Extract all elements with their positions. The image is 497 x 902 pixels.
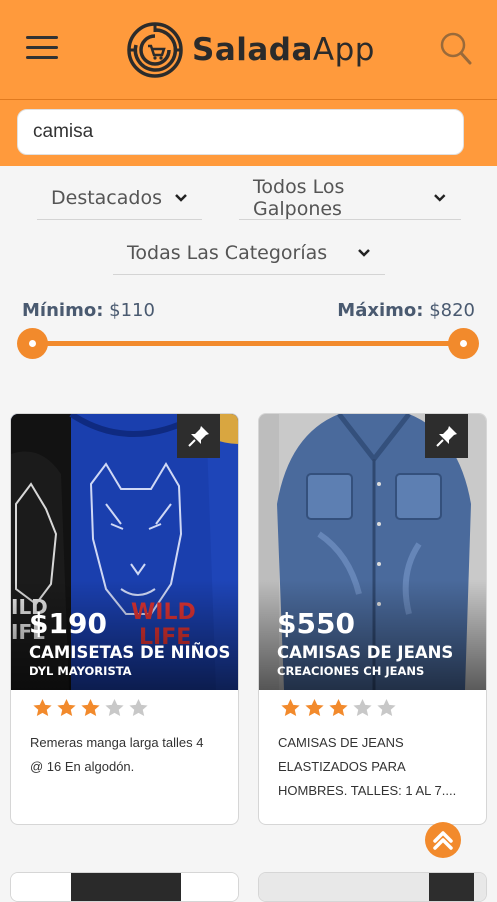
categorias-select[interactable]: Todas Las Categorías (113, 231, 385, 275)
product-seller: DYL MAYORISTA (29, 664, 132, 678)
product-title: CAMISAS DE JEANS (277, 643, 454, 662)
price-range-track[interactable] (32, 341, 464, 346)
galpones-select-value: Todos Los Galpones (253, 175, 345, 220)
chevron-down-icon (358, 248, 370, 257)
star-empty-icon (129, 699, 148, 717)
product-description: Remeras manga larga talles 4 @ 16 En alg… (30, 735, 204, 774)
star-filled-icon (329, 699, 348, 717)
search-input[interactable] (17, 109, 464, 155)
star-filled-icon (33, 699, 52, 717)
star-empty-icon (377, 699, 396, 717)
sort-select-value: Destacados (51, 186, 162, 209)
search-icon[interactable] (440, 32, 472, 66)
app-header: SaladaApp (0, 0, 497, 100)
product-seller: CREACIONES CH JEANS (277, 664, 425, 678)
product-price: $190 (29, 607, 107, 640)
rating-stars (33, 699, 153, 717)
chevron-up-icon (433, 831, 453, 850)
product-title: CAMISETAS DE NIÑOS (29, 643, 231, 662)
star-filled-icon (81, 699, 100, 717)
search-bar-container (0, 100, 497, 166)
scroll-to-top-button[interactable] (425, 822, 461, 858)
app-logo[interactable]: SaladaApp (126, 20, 375, 80)
product-price: $550 (277, 607, 355, 640)
max-price-label: Máximo: $820 (337, 300, 475, 321)
star-empty-icon (105, 699, 124, 717)
product-description: CAMISAS DE JEANS ELASTIZADOS PARA HOMBRE… (278, 735, 457, 798)
min-price-handle[interactable] (17, 328, 48, 359)
rating-stars (281, 699, 401, 717)
chevron-down-icon (434, 193, 446, 202)
star-filled-icon (305, 699, 324, 717)
app-name: SaladaApp (192, 32, 375, 68)
pin-icon[interactable] (425, 414, 468, 458)
star-filled-icon (57, 699, 76, 717)
galpones-select[interactable]: Todos Los Galpones (239, 176, 461, 220)
max-price-handle[interactable] (448, 328, 479, 359)
chevron-down-icon (175, 193, 187, 202)
product-card-partial[interactable] (10, 872, 239, 902)
categorias-select-value: Todas Las Categorías (127, 241, 328, 264)
sort-select[interactable]: Destacados (37, 176, 202, 220)
min-price-label: Mínimo: $110 (22, 300, 155, 321)
product-card[interactable]: $550 CAMISAS DE JEANS CREACIONES CH JEAN… (258, 413, 487, 825)
pin-icon[interactable] (177, 414, 220, 458)
product-card[interactable]: WILD LIFE ILD IFE $190 CAMISETAS DE NIÑO… (10, 413, 239, 825)
product-card-partial[interactable] (258, 872, 487, 902)
maze-cart-logo-icon (127, 22, 183, 78)
star-filled-icon (281, 699, 300, 717)
star-empty-icon (353, 699, 372, 717)
hamburger-menu-icon[interactable] (26, 36, 58, 62)
